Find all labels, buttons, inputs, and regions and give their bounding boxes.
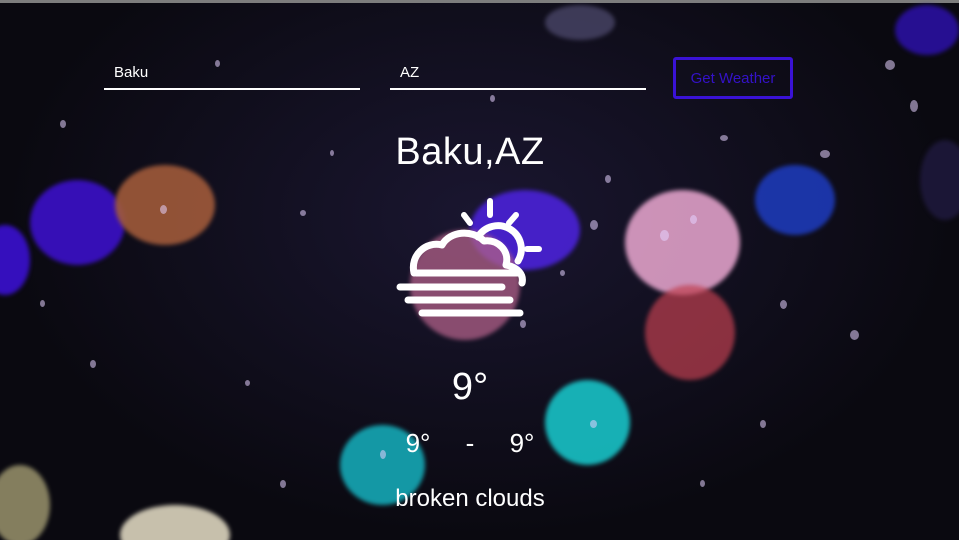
location-title: Baku,AZ bbox=[395, 131, 545, 173]
top-border bbox=[0, 0, 959, 3]
weather-description: broken clouds bbox=[395, 485, 545, 512]
range-separator: - bbox=[465, 428, 475, 458]
temperature-range: 9° - 9° bbox=[0, 428, 940, 459]
min-temperature: 9° bbox=[405, 428, 431, 458]
city-input[interactable] bbox=[104, 58, 360, 86]
partly-cloudy-fog-icon bbox=[392, 193, 542, 323]
max-temperature: 9° bbox=[509, 428, 535, 458]
country-field[interactable] bbox=[390, 58, 646, 90]
city-field[interactable] bbox=[104, 58, 360, 90]
current-temperature: 9° bbox=[451, 366, 489, 408]
get-weather-button[interactable]: Get Weather bbox=[673, 57, 793, 99]
country-input[interactable] bbox=[390, 58, 646, 86]
